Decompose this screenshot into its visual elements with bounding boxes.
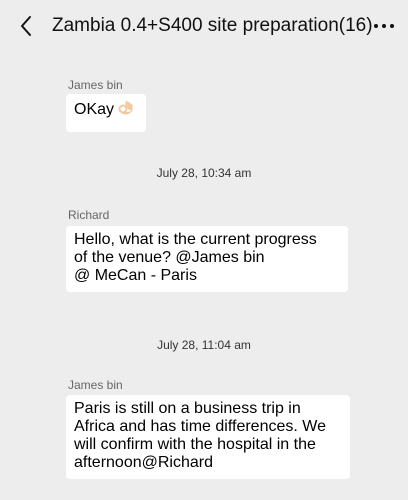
chevron-left-icon [21, 16, 31, 36]
message-sender: Richard [68, 208, 110, 222]
back-button[interactable] [14, 12, 38, 40]
more-horizontal-icon [374, 24, 394, 28]
ok-hand-icon [116, 99, 134, 122]
message-bubble[interactable]: Paris is still on a business trip in Afr… [66, 395, 350, 479]
message-timestamp: July 28, 10:34 am [156, 166, 252, 180]
message-bubble[interactable]: OKay [66, 94, 146, 132]
more-options-button[interactable] [370, 14, 398, 38]
message-timestamp: July 28, 11:04 am [157, 338, 251, 352]
message-text: Hello, what is the current progress of t… [74, 231, 317, 284]
chat-header: Zambia 0.4+S400 site preparation(16) [0, 0, 408, 52]
message-bubble[interactable]: Hello, what is the current progress of t… [66, 226, 348, 292]
message-text: OKay [74, 101, 115, 118]
message-sender: James bin [68, 78, 123, 92]
message-sender: James bin [68, 378, 123, 392]
chat-title: Zambia 0.4+S400 site preparation(16) [52, 15, 373, 36]
message-text: Paris is still on a business trip in Afr… [74, 400, 326, 471]
